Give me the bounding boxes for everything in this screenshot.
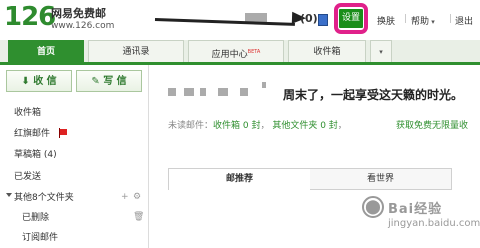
tab-contacts[interactable]: 通讯录: [88, 40, 184, 62]
write-button[interactable]: ✎ 写 信: [76, 70, 142, 92]
sidebar-item-sent[interactable]: 已发送: [14, 171, 41, 183]
sidebar-item-inbox[interactable]: 收件箱: [14, 107, 41, 119]
watermark: ⬤ Bai经验 jingyan.baidu.com: [362, 196, 480, 244]
promo-link[interactable]: 获取免费无限量收: [396, 118, 480, 131]
tab-more-dropdown[interactable]: ▾: [370, 40, 392, 62]
unread-summary: 未读邮件：收件箱 0 封， 其他文件夹 0 封，: [168, 121, 347, 131]
blurred-name: [240, 88, 248, 96]
folder-expand-icon[interactable]: [6, 193, 12, 197]
sidebar-item-other-folders[interactable]: 其他8个文件夹: [14, 192, 74, 204]
sidebar-divider: [148, 65, 149, 248]
paw-icon: ⬤: [362, 196, 384, 218]
settings-button[interactable]: 设置: [339, 9, 363, 28]
add-folder-icon[interactable]: +: [121, 192, 129, 202]
tab-world[interactable]: 看世界: [310, 169, 451, 190]
blurred-name: [262, 82, 266, 88]
logo-name: 网易免费邮: [51, 7, 106, 20]
help-link[interactable]: 帮助 ▾: [411, 14, 435, 27]
tab-home[interactable]: 首页: [8, 40, 84, 62]
tab-inbox[interactable]: 收件箱: [288, 40, 366, 62]
tab-app-center[interactable]: 应用中心BETA: [188, 40, 284, 62]
sidebar-item-deleted[interactable]: 已删除: [22, 212, 49, 224]
greeting-text: 周末了，一起享受这天籁的时光。: [283, 88, 464, 102]
blurred-name: [184, 88, 194, 96]
nav-separator: |: [404, 14, 408, 24]
tab-recommend[interactable]: 邮推荐: [169, 169, 310, 190]
blurred-name: [200, 88, 206, 96]
sidebar-item-subscriptions[interactable]: 订阅邮件: [22, 232, 58, 244]
inbox-unread-link[interactable]: 收件箱 0 封: [213, 121, 260, 131]
sidebar-item-drafts[interactable]: 草稿箱 (4): [14, 149, 57, 161]
nav-separator: |: [449, 14, 453, 24]
sidebar-item-flagged[interactable]: 红旗邮件: [14, 128, 50, 140]
document-icon[interactable]: [318, 14, 328, 26]
logo-url: www.126.com: [51, 21, 115, 31]
annotation-arrow: [154, 18, 295, 26]
logout-link[interactable]: 退出: [455, 14, 473, 27]
red-flag-icon: [60, 129, 67, 135]
download-icon: ⬇: [21, 76, 30, 87]
other-folders-unread-link[interactable]: 其他文件夹 0 封: [272, 121, 337, 131]
logo-number[interactable]: 126: [4, 4, 56, 30]
beta-badge: BETA: [247, 49, 261, 55]
blurred-name: [168, 88, 176, 96]
skin-link[interactable]: 换肤: [377, 14, 395, 27]
receive-button[interactable]: ⬇ 收 信: [6, 70, 72, 92]
trash-icon[interactable]: 🗑: [133, 212, 144, 222]
gear-icon[interactable]: ⚙: [133, 192, 141, 202]
edit-icon: ✎: [91, 76, 100, 87]
blurred-name: [218, 88, 228, 96]
